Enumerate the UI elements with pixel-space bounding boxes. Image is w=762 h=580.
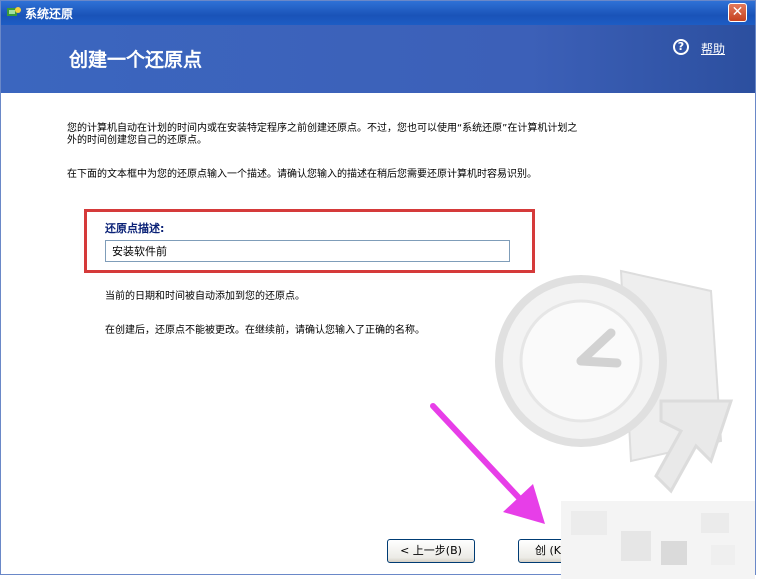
wizard-header: 创建一个还原点 ? 帮助	[1, 25, 755, 93]
date-time-note: 当前的日期和时间被自动添加到您的还原点。	[105, 291, 305, 302]
system-restore-window: 系统还原 ✕ 创建一个还原点 ? 帮助 您的计算机自动在计划的时间内或在安装特定…	[0, 0, 756, 579]
help-link[interactable]: 帮助	[701, 40, 725, 57]
page-title: 创建一个还原点	[69, 49, 203, 71]
pixelated-region	[561, 501, 755, 579]
cannot-change-note: 在创建后，还原点不能被更改。在继续前，请确认您输入了正确的名称。	[105, 325, 425, 336]
restore-point-description-input[interactable]	[105, 240, 510, 262]
description-paragraph-1: 您的计算机自动在计划的时间内或在安装特定程序之前创建还原点。不过，您也可以使用“…	[67, 123, 578, 146]
system-restore-app-icon	[7, 7, 21, 16]
pointer-arrow-icon	[430, 403, 545, 524]
window-title: 系统还原	[25, 7, 74, 21]
description-paragraph-2: 在下面的文本框中为您的还原点输入一个描述。请确认您输入的描述在稍后您需要还原计算…	[67, 169, 537, 180]
title-bar[interactable]: 系统还原 ✕	[1, 1, 755, 25]
close-button[interactable]: ✕	[728, 3, 747, 22]
back-button[interactable]: < 上一步(B)	[387, 539, 475, 563]
help-icon[interactable]: ?	[673, 39, 689, 55]
restore-point-description-label: 还原点描述:	[105, 222, 165, 235]
